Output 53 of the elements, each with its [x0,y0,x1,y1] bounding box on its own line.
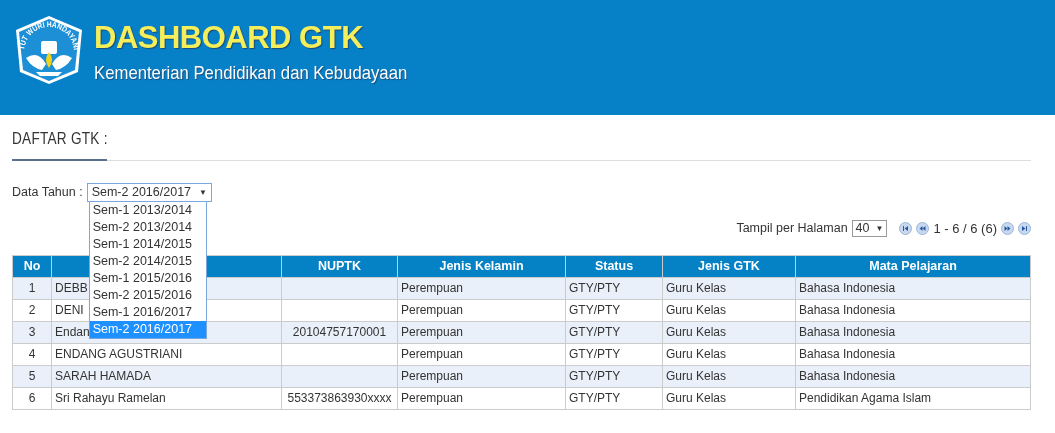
table-cell: Perempuan [397,321,566,343]
table-cell: Perempuan [397,277,566,299]
dropdown-arrow-icon: ▼ [199,186,207,199]
previous-page-button[interactable] [916,222,930,236]
table-cell: Sri Rahayu Ramelan [51,387,282,409]
table-cell: 2 [12,299,52,321]
table-cell: ENDANG AGUSTRIANI [51,343,282,365]
year-label: Data Tahun : [12,184,83,202]
dashboard-title: DASHBOARD GTK [94,22,365,53]
dropdown-arrow-icon: ▼ [875,222,884,235]
table-cell: Guru Kelas [662,343,796,365]
table-cell: Bahasa Indonesia [795,365,1031,387]
table-cell: Guru Kelas [662,299,796,321]
table-cell: Guru Kelas [662,387,796,409]
next-page-button[interactable] [1001,222,1014,236]
section-title: DAFTAR GTK : [12,129,108,149]
table-cell: GTY/PTY [565,387,663,409]
page-range: 1 - 6 / 6 (6) [933,220,997,238]
table-cell: GTY/PTY [565,343,663,365]
per-page-select[interactable]: 40 ▼ [851,220,888,238]
table-cell: Pendidikan Agama Islam [795,387,1031,409]
ministry-subtitle: Kementerian Pendidikan dan Kebudayaan [94,61,408,85]
year-option[interactable]: Sem-1 2014/2015 [89,236,206,253]
table-cell: 1 [12,277,52,299]
last-page-button[interactable] [1018,222,1031,236]
first-page-button[interactable] [899,222,913,236]
table-cell: Bahasa Indonesia [795,321,1031,343]
table-cell: 4 [12,343,52,365]
year-option[interactable]: Sem-1 2016/2017 [89,304,206,321]
table-cell: 553373863930xxxx [281,387,398,409]
table-cell: Perempuan [397,343,566,365]
year-option[interactable]: Sem-1 2013/2014 [89,202,206,219]
table-cell: 6 [12,387,52,409]
year-option[interactable]: Sem-2 2013/2014 [89,219,206,236]
column-header: Status [565,255,663,277]
table-cell: 5 [12,365,52,387]
column-header: Mata Pelajaran [795,255,1031,277]
table-cell: Bahasa Indonesia [795,299,1031,321]
year-select[interactable]: Sem-2 2016/2017 ▼ [86,183,212,202]
table-cell: SARAH HAMADA [51,365,282,387]
table-cell: Bahasa Indonesia [795,277,1031,299]
per-page-label: Tampil per Halaman [736,220,848,238]
table-cell: Bahasa Indonesia [795,343,1031,365]
table-cell: Perempuan [397,387,566,409]
column-header: NUPTK [281,255,398,277]
column-header: Jenis GTK [662,255,796,277]
table-cell: Perempuan [397,299,566,321]
table-cell: GTY/PTY [565,299,663,321]
table-cell: 3 [12,321,52,343]
column-header: No [12,255,52,277]
column-header: Jenis Kelamin [397,255,566,277]
year-option[interactable]: Sem-2 2014/2015 [89,253,206,270]
table-cell: Perempuan [397,365,566,387]
